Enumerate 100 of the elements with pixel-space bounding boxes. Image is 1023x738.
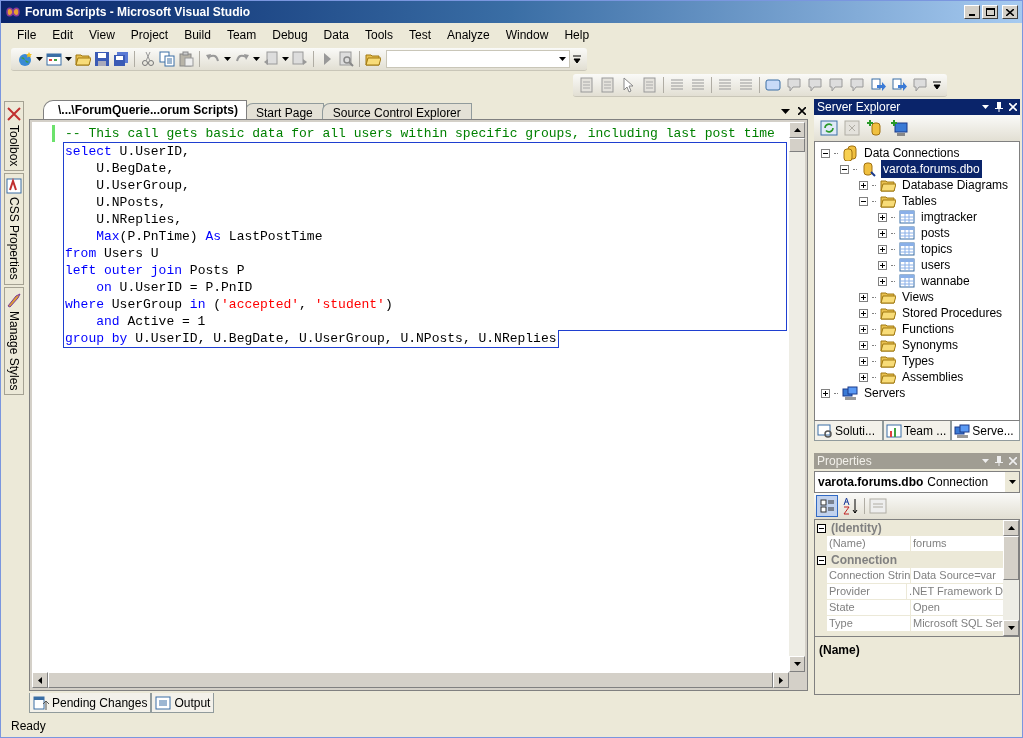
expand-icon[interactable]	[859, 180, 868, 190]
caret-icon[interactable]	[224, 57, 231, 61]
maximize-button[interactable]	[982, 5, 998, 19]
expand-icon[interactable]	[859, 356, 868, 366]
caret-icon[interactable]	[253, 57, 260, 61]
tree-item[interactable]: Data Connections	[862, 144, 962, 162]
tree-item[interactable]: wannabe	[919, 272, 972, 290]
overflow-icon[interactable]	[933, 80, 941, 90]
scroll-thumb[interactable]	[789, 138, 805, 152]
pin-icon[interactable]	[995, 102, 1003, 112]
menu-item[interactable]: Help	[556, 26, 598, 44]
tree-item[interactable]: Functions	[900, 320, 957, 338]
tree-item[interactable]: Synonyms	[900, 336, 961, 354]
save-all-icon[interactable]	[113, 51, 129, 67]
code-line: group by U.UserID, U.BegDate, U.UserGroup, U.NPosts, U.NReplies	[65, 329, 557, 348]
expand-icon[interactable]	[821, 388, 830, 398]
panel-tab[interactable]: Soluti...	[814, 421, 883, 441]
rectangle-icon[interactable]	[765, 77, 781, 93]
expand-icon[interactable]	[859, 324, 868, 334]
table-icon	[899, 273, 915, 289]
menu-item[interactable]: Debug	[264, 26, 316, 44]
collapse-icon[interactable]	[817, 523, 826, 533]
document-tab[interactable]: Source Control Explorer	[321, 103, 472, 119]
expand-icon[interactable]	[859, 372, 868, 382]
menu-item[interactable]: Window	[497, 26, 557, 44]
save-icon[interactable]	[94, 51, 110, 67]
expand-icon[interactable]	[878, 228, 887, 238]
menu-item[interactable]: Edit	[44, 26, 82, 44]
server-icon	[954, 422, 971, 439]
paste-icon[interactable]	[178, 51, 194, 67]
side-tab[interactable]: Toolbox	[4, 101, 24, 172]
refresh-icon[interactable]	[820, 120, 838, 136]
tree-item[interactable]: imgtracker	[919, 208, 979, 226]
add-database-icon[interactable]	[866, 119, 884, 137]
copy-icon[interactable]	[159, 51, 175, 67]
tree-item[interactable]: Servers	[862, 384, 908, 402]
vertical-scrollbar[interactable]	[789, 122, 805, 672]
menu-item[interactable]: File	[9, 26, 45, 44]
expand-icon[interactable]	[878, 212, 887, 222]
document-arrow-icon[interactable]	[891, 77, 907, 93]
close-button[interactable]	[1002, 5, 1018, 19]
tree-item[interactable]: Stored Procedures	[900, 304, 1005, 322]
expand-icon[interactable]	[878, 276, 887, 286]
caret-icon[interactable]	[36, 57, 43, 61]
expand-icon[interactable]	[878, 244, 887, 254]
new-item-icon[interactable]	[46, 51, 62, 67]
dropdown-icon[interactable]	[982, 105, 989, 109]
caret-icon[interactable]	[65, 57, 72, 61]
property-value: Open	[911, 600, 1003, 616]
categorized-icon[interactable]	[816, 495, 838, 517]
menu-item[interactable]: View	[81, 26, 123, 44]
expand-icon[interactable]	[859, 340, 868, 350]
menu-item[interactable]: Tools	[356, 26, 401, 44]
tree-item[interactable]: Database Diagrams	[900, 176, 1011, 194]
object-selector[interactable]: varota.forums.dbo Connection	[814, 471, 1020, 493]
side-tab[interactable]: CSS Properties	[4, 173, 24, 286]
collapse-icon[interactable]	[840, 164, 849, 174]
tree-item[interactable]: users	[919, 256, 953, 274]
add-server-icon[interactable]	[890, 119, 908, 137]
find-icon[interactable]	[338, 51, 354, 67]
side-tab[interactable]: Manage Styles	[4, 287, 24, 396]
panel-tab[interactable]: Output	[151, 693, 215, 713]
expand-icon[interactable]	[878, 260, 887, 270]
collapse-icon[interactable]	[859, 196, 868, 206]
panel-tab[interactable]: Serve...	[951, 421, 1020, 441]
code-line: on U.UserID = P.PnID	[95, 278, 253, 297]
property-value: Data Source=var	[911, 568, 1003, 584]
menu-item[interactable]: Test	[400, 26, 439, 44]
tree-item[interactable]: posts	[919, 224, 952, 242]
code-line: from Users U	[65, 244, 159, 263]
tree-item[interactable]: Types	[900, 352, 936, 370]
tree-item[interactable]: Tables	[900, 192, 939, 210]
expand-icon[interactable]	[859, 292, 868, 302]
menu-item[interactable]: Data	[315, 26, 357, 44]
document-tab[interactable]: Start Page	[245, 103, 324, 119]
overflow-icon[interactable]	[573, 54, 581, 64]
cut-icon[interactable]	[140, 51, 156, 67]
scroll-thumb[interactable]	[1003, 536, 1019, 580]
menu-item[interactable]: Build	[176, 26, 219, 44]
collapse-icon[interactable]	[821, 148, 830, 158]
panel-tab[interactable]: Pending Changes	[29, 693, 152, 713]
tree-item[interactable]: Assemblies	[900, 368, 966, 386]
tree-item[interactable]: Views	[900, 288, 936, 306]
tree-item[interactable]: topics	[919, 240, 955, 258]
minimize-button[interactable]	[964, 5, 980, 19]
caret-icon[interactable]	[282, 57, 289, 61]
menu-item[interactable]: Team	[218, 26, 265, 44]
alphabetical-icon[interactable]	[842, 497, 860, 515]
panel-tab[interactable]: Team ...	[882, 421, 952, 441]
vertical-scrollbar[interactable]	[1003, 520, 1019, 636]
menu-item[interactable]: Analyze	[439, 26, 498, 44]
dropdown-icon[interactable]	[781, 108, 790, 114]
document-tab[interactable]: \...\ForumQuerie...orum Scripts)	[43, 100, 248, 119]
expand-icon[interactable]	[859, 308, 868, 318]
tree-item[interactable]: varota.forums.dbo	[881, 160, 982, 178]
menu-item[interactable]: Project	[122, 26, 177, 44]
collapse-icon[interactable]	[817, 555, 826, 565]
folder-icon[interactable]	[365, 51, 381, 67]
close-icon[interactable]	[798, 107, 806, 115]
document-arrow-icon[interactable]	[870, 77, 886, 93]
